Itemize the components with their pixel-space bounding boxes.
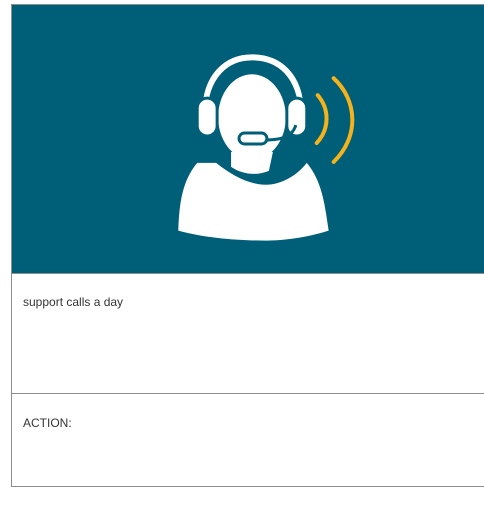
left-earcup-shape <box>195 96 219 138</box>
support-calls-text: support calls a day <box>23 295 124 309</box>
head-shape <box>218 74 286 160</box>
customer-support-headset-icon <box>178 54 355 241</box>
microphone-shape <box>237 131 269 146</box>
info-card: support calls a day ACTION: <box>11 4 484 487</box>
body-shape <box>178 162 329 241</box>
sound-wave-outer-icon <box>331 76 355 164</box>
hero-banner <box>12 5 484 273</box>
stats-section: support calls a day <box>12 273 484 393</box>
action-section: ACTION: <box>12 393 484 487</box>
sound-wave-inner-icon <box>314 93 329 145</box>
action-label: ACTION: <box>23 416 72 430</box>
right-earcup-shape <box>285 96 309 138</box>
